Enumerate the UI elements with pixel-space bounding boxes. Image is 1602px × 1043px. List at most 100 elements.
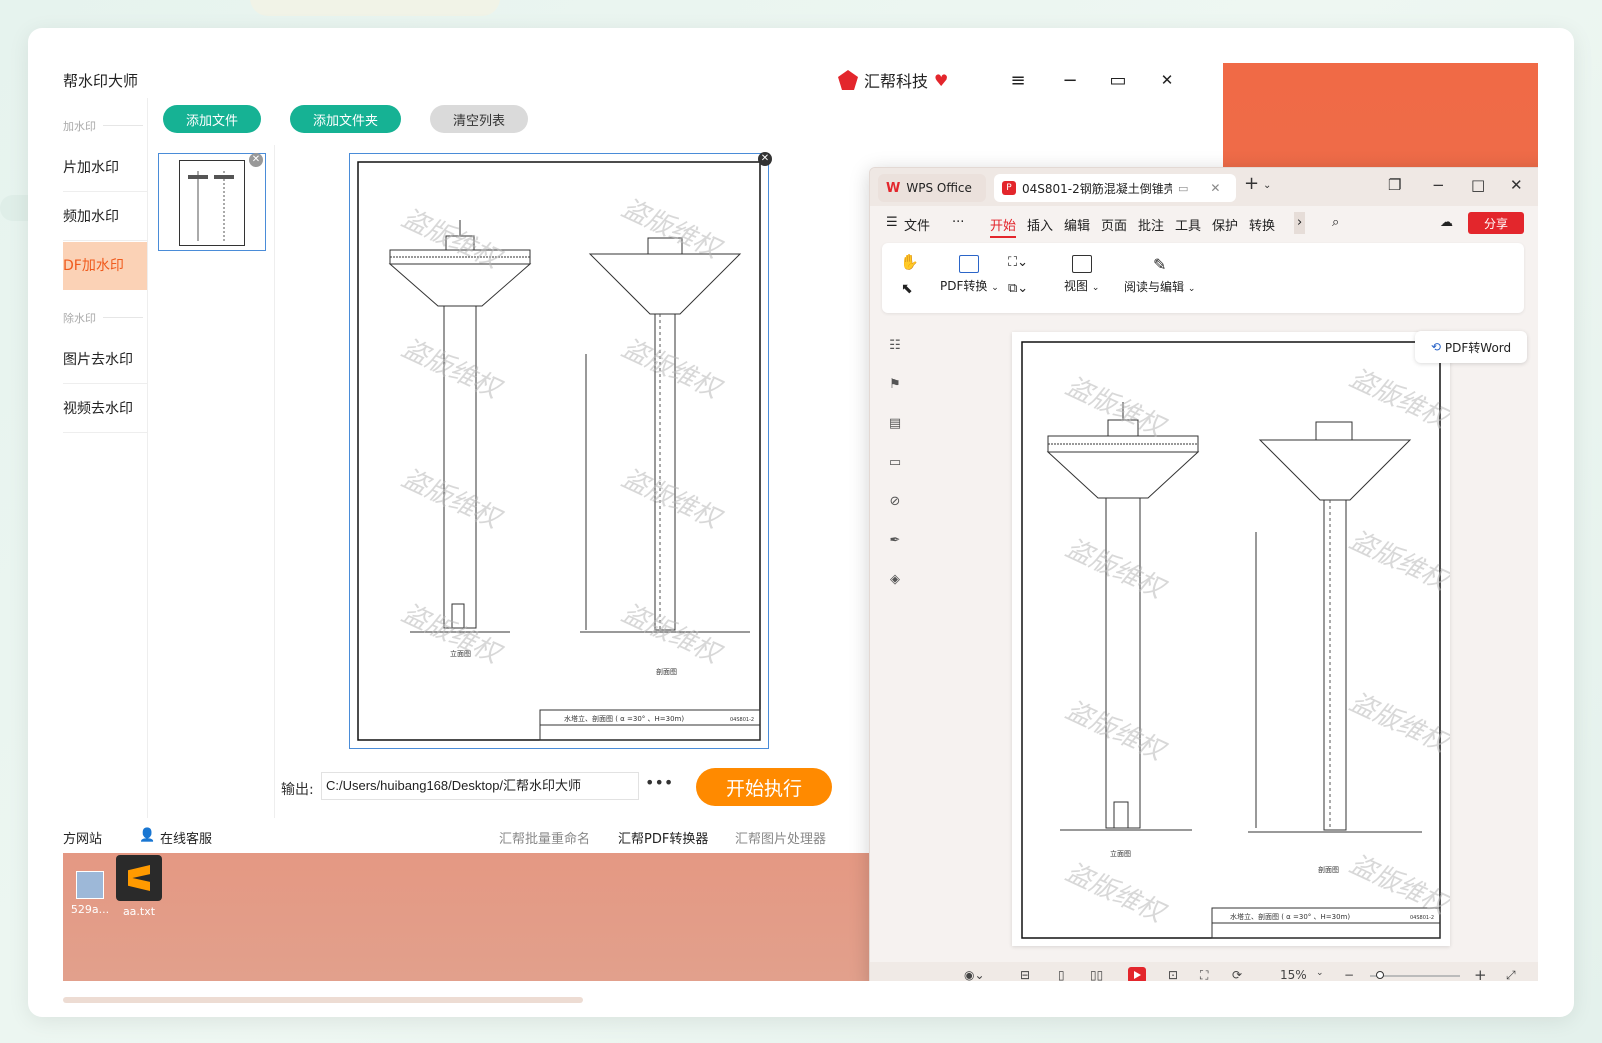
view-button[interactable]: 视图 ⌄ — [1064, 255, 1099, 294]
output-path-input[interactable]: C:/Users/huibang168/Desktop/汇帮水印大师 — [321, 772, 639, 800]
zoom-slider-knob[interactable] — [1376, 971, 1384, 979]
comment-icon[interactable]: ▭ — [887, 455, 903, 471]
menu-protect[interactable]: 保护 — [1212, 215, 1238, 234]
status-bar: ◉⌄ ⊟ ▯ ▯▯ ⊡ ⛶ ⟳ 15% ⌄ − + ⤢ — [870, 962, 1538, 981]
desktop-frame: 帮水印大师 汇帮科技 ♥ ≡ − ▭ ✕ 加水印 片加水印 频加水印 DF加水印… — [28, 28, 1574, 1017]
image-convert-icon[interactable]: ⛶⌄ — [1008, 255, 1028, 270]
new-tab-button[interactable]: + — [1244, 173, 1259, 194]
scrollbar[interactable] — [63, 997, 583, 1003]
wps-window: W WPS Office P 04S801-2钢筋混凝土倒锥壳 ▭ ✕ + ⌄ … — [869, 167, 1538, 981]
tab-label: WPS Office — [906, 181, 972, 195]
actual-size-icon[interactable]: ⊡ — [1168, 968, 1178, 981]
select-tool-icon[interactable]: ⬉ — [901, 281, 913, 297]
document-watermark: 盗版维权 — [1345, 849, 1450, 922]
menu-page[interactable]: 页面 — [1101, 215, 1127, 234]
menu-more[interactable]: ··· — [952, 215, 964, 230]
drawing-code: 04S801-2 — [730, 717, 754, 723]
play-icon[interactable] — [1128, 967, 1146, 981]
copy-convert-icon[interactable]: ⧉⌄ — [1008, 281, 1028, 296]
chevron-down-icon: ⌄ — [1091, 283, 1100, 293]
pdf-to-word-button[interactable]: ⟲ PDF转Word — [1415, 331, 1527, 363]
brand: 汇帮科技 ♥ — [838, 68, 948, 92]
close-preview-icon[interactable]: ✕ — [758, 152, 772, 166]
desktop-icon-text[interactable]: aa.txt — [111, 855, 167, 918]
fullscreen-icon[interactable]: ⤢ — [1506, 968, 1516, 981]
vip-heart-icon: ♥ — [934, 70, 949, 90]
signature-icon[interactable]: ✒ — [887, 533, 903, 549]
layers-icon[interactable]: ◈ — [887, 572, 903, 588]
menu-edit[interactable]: 编辑 — [1064, 215, 1090, 234]
clear-list-button[interactable]: 清空列表 — [430, 105, 528, 133]
fit-page-icon[interactable]: ⛶ — [1200, 968, 1208, 981]
hand-tool-icon[interactable]: ✋ — [900, 253, 919, 271]
zoom-in-icon[interactable]: + — [1474, 966, 1487, 981]
image-tool-link[interactable]: 汇帮图片处理器 — [735, 828, 826, 847]
chevron-right-icon[interactable]: › — [1294, 212, 1306, 234]
output-label: 输出: — [281, 782, 314, 798]
single-page-icon[interactable]: ▯ — [1058, 968, 1065, 981]
attachment-icon[interactable]: ⊘ — [887, 494, 903, 510]
menu-comment[interactable]: 批注 — [1138, 215, 1164, 234]
sidebar-item-pdf-watermark[interactable]: DF加水印 — [63, 242, 147, 290]
eye-icon[interactable]: ◉⌄ — [964, 968, 985, 981]
add-folder-button[interactable]: 添加文件夹 — [290, 105, 401, 133]
chevron-down-icon: ⌄ — [991, 283, 999, 293]
double-page-icon[interactable]: ▯▯ — [1090, 968, 1103, 981]
title-block-text: 水塔立、剖面图 ( α =30° 、H=30m) — [564, 714, 684, 723]
share-button[interactable]: 分享 — [1468, 212, 1524, 234]
online-support-link[interactable]: 在线客服 — [160, 828, 212, 847]
minimize-button[interactable]: − — [1055, 68, 1085, 92]
sidebar-item-video-remove[interactable]: 视频去水印 — [63, 385, 147, 433]
menu-button[interactable]: ≡ — [1003, 68, 1033, 92]
sidebar-item-video-watermark[interactable]: 频加水印 — [63, 193, 147, 241]
hamburger-icon[interactable]: ☰ — [886, 215, 898, 230]
remove-file-icon[interactable]: ✕ — [249, 153, 263, 167]
menu-convert[interactable]: 转换 — [1249, 215, 1275, 234]
rotate-icon[interactable]: ⟳ — [1232, 968, 1242, 981]
split-view-icon[interactable]: ⊟ — [1020, 968, 1030, 981]
close-tab-icon[interactable]: ✕ — [1210, 181, 1220, 195]
start-button[interactable]: 开始执行 — [696, 768, 832, 806]
front-elevation-label: 立面图 — [1110, 849, 1131, 858]
official-site-link[interactable]: 方网站 — [63, 828, 102, 847]
view-label: 视图 — [1064, 279, 1089, 293]
file-thumbnail[interactable]: ✕ — [158, 153, 266, 251]
menu-insert[interactable]: 插入 — [1027, 215, 1053, 234]
browse-button[interactable]: ••• — [645, 773, 673, 792]
chevron-down-icon[interactable]: ⌄ — [1263, 180, 1271, 191]
ribbon: ✋ ⬉ PDF转换 ⌄ ⛶⌄ ⧉⌄ 视图 ⌄ ✎ 阅读与编辑 ⌄ — [882, 243, 1524, 313]
maximize-button[interactable]: □ — [1471, 176, 1485, 194]
pdf-convert-button[interactable]: PDF转换 ⌄ — [940, 255, 999, 294]
thumbnail-icon[interactable]: ▤ — [887, 416, 903, 432]
maximize-button[interactable]: ▭ — [1103, 68, 1133, 92]
cloud-icon[interactable]: ☁ — [1440, 215, 1453, 230]
search-icon[interactable]: ⌕ — [1332, 215, 1339, 230]
image-file-icon — [76, 871, 104, 899]
chevron-down-icon[interactable]: ⌄ — [1316, 968, 1324, 978]
close-button[interactable]: ✕ — [1510, 176, 1523, 194]
outline-icon[interactable]: ☷ — [887, 338, 903, 354]
read-edit-button[interactable]: ✎ 阅读与编辑 ⌄ — [1124, 255, 1195, 295]
sublime-file-icon — [116, 855, 162, 901]
monitor-icon: ▭ — [1178, 181, 1189, 195]
bookmark-icon[interactable]: ⚑ — [887, 377, 903, 393]
sidebar-item-image-watermark[interactable]: 片加水印 — [63, 144, 147, 192]
add-file-button[interactable]: 添加文件 — [163, 105, 261, 133]
minimize-button[interactable]: − — [1432, 176, 1445, 194]
document-watermark: 盗版维权 — [1061, 857, 1172, 930]
tab-document[interactable]: P 04S801-2钢筋混凝土倒锥壳 ▭ ✕ — [994, 174, 1236, 202]
headset-icon: 👤 — [139, 828, 156, 843]
rename-tool-link[interactable]: 汇帮批量重命名 — [499, 828, 590, 847]
zoom-level[interactable]: 15% — [1280, 968, 1307, 981]
tab-wps-home[interactable]: W WPS Office — [878, 174, 986, 202]
share-label: 分享 — [1483, 216, 1508, 231]
menu-tools[interactable]: 工具 — [1175, 215, 1201, 234]
close-button[interactable]: ✕ — [1152, 68, 1182, 92]
menu-file[interactable]: 文件 — [904, 215, 930, 234]
sidebar-item-image-remove[interactable]: 图片去水印 — [63, 336, 147, 384]
restore-window-icon[interactable]: ❐ — [1388, 176, 1401, 194]
zoom-out-icon[interactable]: − — [1344, 968, 1354, 981]
view-grid-icon — [1071, 255, 1092, 273]
pdf-converter-link[interactable]: 汇帮PDF转换器 — [618, 828, 708, 847]
menu-home[interactable]: 开始 — [990, 215, 1017, 238]
